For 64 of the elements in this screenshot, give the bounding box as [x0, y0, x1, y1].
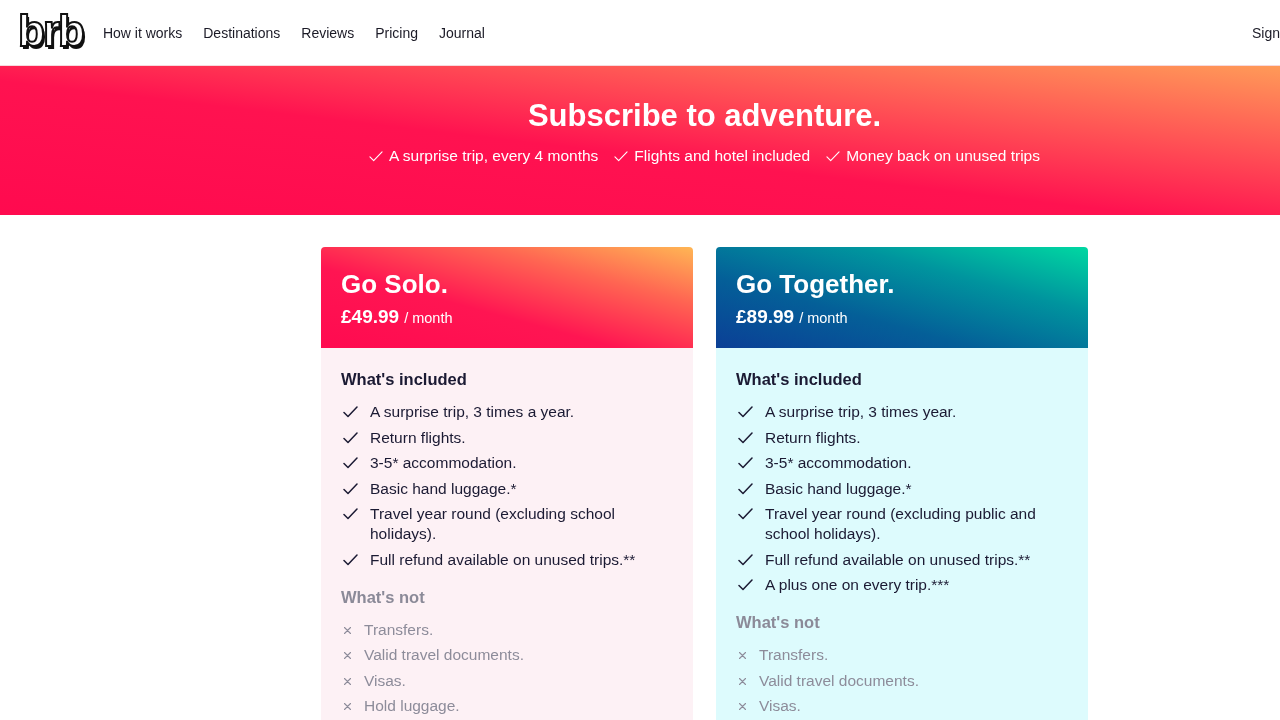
sign-in-link[interactable]: Sign [1251, 24, 1280, 41]
check-icon [614, 150, 629, 162]
excluded-item: Visas. [759, 696, 801, 716]
feature-text: Money back on unused trips [846, 147, 1040, 165]
cross-icon [344, 652, 351, 659]
included-item: Return flights. [370, 427, 466, 448]
included-item: 3-5* accommodation. [765, 453, 912, 473]
included-item: 3-5* accommodation. [370, 453, 517, 473]
check-icon [738, 482, 753, 495]
plan-title: Go Together. [736, 269, 896, 299]
included-item: Return flights. [765, 427, 861, 448]
price-period: / month [404, 310, 453, 326]
included-item: Basic hand luggage.* [370, 478, 517, 499]
check-icon [343, 508, 358, 520]
cross-icon [344, 703, 351, 710]
included-item: A surprise trip, 3 times year. [765, 402, 957, 422]
check-icon [343, 553, 358, 566]
check-icon [343, 457, 358, 469]
included-item: Full refund available on unused trips.** [370, 549, 636, 570]
excluded-heading: What's not [341, 586, 426, 607]
included-item: Basic hand luggage.* [765, 478, 912, 499]
check-icon [343, 406, 358, 418]
plan-price: £49.99 [341, 306, 400, 328]
excluded-item: Transfers. [759, 645, 829, 665]
cross-icon [344, 677, 351, 685]
feature-text: Flights and hotel included [634, 147, 811, 165]
cross-icon [739, 703, 746, 710]
check-icon [343, 482, 358, 495]
check-icon [738, 508, 753, 520]
nav-link[interactable]: Destinations [203, 24, 281, 41]
check-icon [738, 431, 753, 444]
excluded-item: Visas. [364, 670, 406, 691]
excluded-item: Hold luggage. [364, 696, 460, 716]
check-icon [738, 406, 753, 418]
price-period: / month [799, 310, 848, 326]
check-icon [343, 431, 358, 444]
included-heading: What's included [736, 369, 863, 389]
cross-icon [344, 626, 351, 634]
excluded-item: Valid travel documents. [759, 670, 919, 691]
nav-link[interactable]: Journal [439, 24, 485, 41]
excluded-heading: What's not [736, 612, 821, 632]
included-item: A plus one on every trip.*** [765, 575, 950, 595]
nav-link[interactable]: How it works [102, 24, 183, 41]
feature-text: A surprise trip, every 4 months [389, 147, 599, 165]
check-icon [369, 150, 383, 162]
hero-title: Subscribe to adventure. [527, 97, 882, 135]
included-item: A surprise trip, 3 times a year. [370, 402, 575, 422]
logo[interactable]: brb [18, 8, 83, 53]
check-icon [738, 457, 753, 469]
included-item: Travel year round (excluding school holidays). [370, 504, 616, 544]
excluded-item: Valid travel documents. [364, 645, 524, 665]
excluded-item: Transfers. [364, 619, 434, 640]
check-icon [738, 553, 753, 566]
cross-icon [739, 677, 746, 685]
nav-link[interactable]: Pricing [375, 24, 418, 41]
nav-link[interactable]: Reviews [301, 24, 355, 41]
check-icon [738, 579, 753, 591]
check-icon [826, 150, 841, 162]
plan-price: £89.99 [736, 306, 795, 328]
included-item: Full refund available on unused trips.** [765, 549, 1031, 570]
included-heading: What's included [341, 369, 468, 389]
plan-title: Go Solo. [341, 269, 449, 299]
cross-icon [739, 652, 746, 659]
included-item: Travel year round (excluding public and school holidays). [765, 504, 1037, 544]
